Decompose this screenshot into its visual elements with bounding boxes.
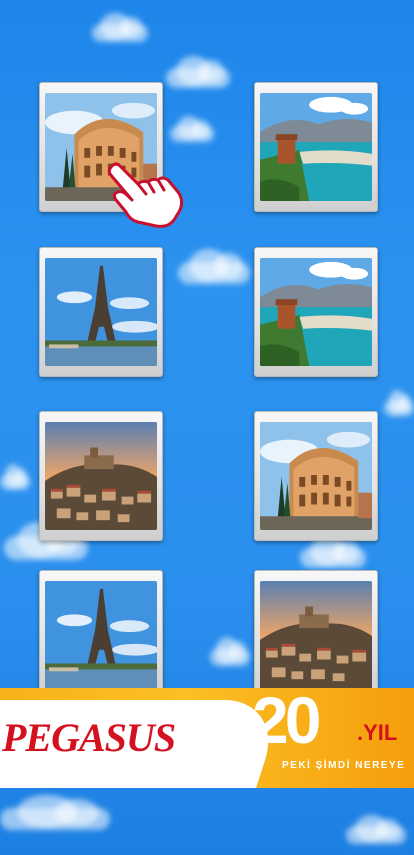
anniversary-number: 20 xyxy=(252,688,321,757)
anniversary-suffix: .YIL xyxy=(357,720,398,745)
cloud xyxy=(178,248,250,284)
cloud xyxy=(384,390,414,416)
card-alanya[interactable] xyxy=(254,82,378,212)
cloud xyxy=(0,794,110,830)
card-colosseum[interactable] xyxy=(254,411,378,541)
cloud xyxy=(346,815,406,844)
cloud xyxy=(166,56,230,88)
pointing-hand-icon xyxy=(107,162,184,228)
cloud xyxy=(0,464,30,490)
cloud xyxy=(170,116,214,142)
card-eiffel[interactable] xyxy=(39,247,163,377)
card-image-colosseum xyxy=(260,422,372,530)
card-image-alanya xyxy=(260,93,372,201)
card-image-eiffel xyxy=(45,258,157,366)
cloud xyxy=(210,637,250,666)
card-alanya[interactable] xyxy=(254,247,378,377)
card-image-eiffel xyxy=(45,581,157,689)
cloud xyxy=(300,536,366,568)
card-image-hilltop-town xyxy=(45,422,157,530)
pegasus-banner: PEGASUS 20 .YIL PEKİ ŞİMDİ NEREYE xyxy=(0,688,414,788)
card-image-hilltop-town xyxy=(260,581,372,689)
card-image-alanya xyxy=(260,258,372,366)
card-eiffel[interactable] xyxy=(39,570,163,700)
card-hilltop-town[interactable] xyxy=(39,411,163,541)
cloud xyxy=(92,13,148,42)
brand-logo: PEGASUS xyxy=(2,715,176,760)
banner-tagline: PEKİ ŞİMDİ NEREYE xyxy=(282,760,406,771)
card-hilltop-town[interactable] xyxy=(254,570,378,700)
